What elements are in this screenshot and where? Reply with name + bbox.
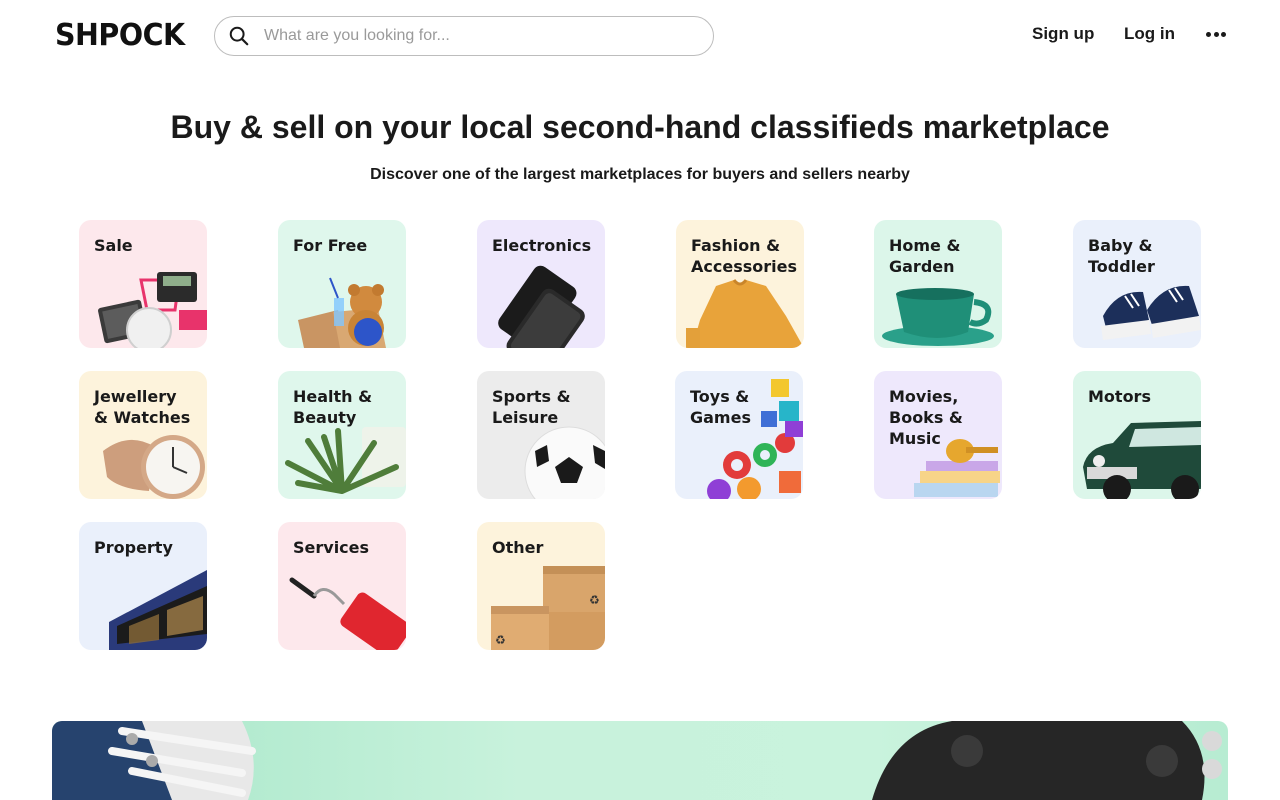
category-label: Property (94, 538, 173, 557)
category-label: Jewellery & Watches (94, 387, 191, 427)
category-label: Electronics (492, 236, 592, 255)
category-label: For Free (293, 236, 368, 255)
category-tile-health-beauty[interactable]: Health & Beauty (278, 371, 406, 499)
category-label: Health & Beauty (293, 387, 373, 427)
category-tile-services[interactable]: Services (278, 522, 406, 650)
category-label: Motors (1088, 387, 1151, 406)
category-tile-electronics[interactable]: Electronics (477, 220, 605, 348)
category-tile-baby-toddler[interactable]: Baby & Toddler (1073, 220, 1201, 348)
category-label: Sports & Leisure (492, 387, 571, 427)
signup-link[interactable]: Sign up (1032, 24, 1094, 44)
category-tile-home-garden[interactable]: Home & Garden (874, 220, 1002, 348)
search-icon[interactable] (228, 25, 250, 47)
banner-illustration (52, 721, 1222, 800)
category-tile-motors[interactable]: Motors (1073, 371, 1201, 499)
page-subtitle: Discover one of the largest marketplaces… (370, 166, 910, 183)
category-tile-toys-games[interactable]: Toys & Games (675, 371, 803, 499)
shpock-logo[interactable]: SHPOCK (55, 19, 185, 53)
category-tile-jewellery-watches[interactable]: Jewellery & Watches (79, 371, 207, 499)
category-label: Services (293, 538, 370, 557)
category-tile-movies-books-music[interactable]: Movies, Books & Music (874, 371, 1002, 499)
search-bar[interactable] (214, 16, 714, 56)
category-label: Home & Garden (889, 236, 961, 276)
login-link[interactable]: Log in (1124, 24, 1175, 44)
search-input[interactable] (264, 27, 684, 45)
category-label: Fashion & Accessories (691, 236, 797, 276)
category-tile-for-free[interactable]: For Free (278, 220, 406, 348)
category-label: Other (492, 538, 544, 557)
top-header: SHPOCK Sign up Log in (0, 0, 1280, 72)
category-tile-property[interactable]: Property (79, 522, 207, 650)
page-title: Buy & sell on your local second-hand cla… (170, 109, 1110, 145)
promo-banner[interactable] (52, 721, 1228, 800)
category-tile-other[interactable]: ♻ ♻ Other (477, 522, 605, 650)
category-label: Movies, Books & Music (889, 387, 963, 448)
svg-text:♻: ♻ (495, 633, 506, 647)
category-tile-sports-leisure[interactable]: Sports & Leisure (477, 371, 605, 499)
svg-text:♻: ♻ (589, 593, 600, 607)
category-tile-fashion[interactable]: Fashion & Accessories (676, 220, 804, 348)
category-tile-sale[interactable]: Sale (79, 220, 207, 348)
category-label: Baby & Toddler (1088, 236, 1155, 276)
category-label: Toys & Games (690, 387, 751, 427)
more-horizontal-icon[interactable] (1206, 32, 1226, 38)
category-label: Sale (94, 236, 133, 255)
